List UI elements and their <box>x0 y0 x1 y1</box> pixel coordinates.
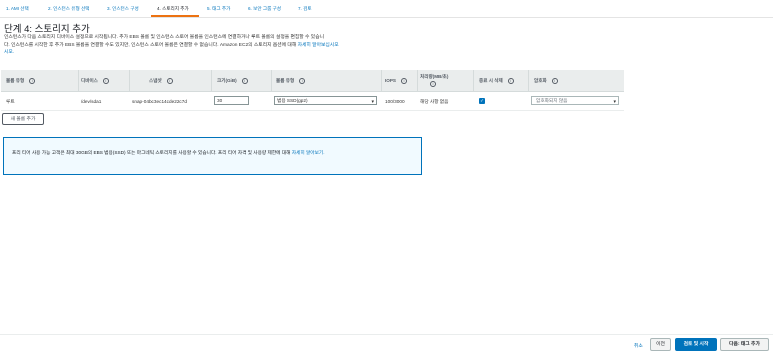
volume-type-select[interactable]: 범용 SSD(gp2) ▾ <box>274 96 377 105</box>
storage-options-link-tail[interactable]: 시오. <box>4 50 14 55</box>
col-device: 디바이스 i <box>81 78 109 84</box>
table-header: 볼륨 유형 i 디바이스 i 스냅샷 i 크기(GiB) i 볼륨 유형 i IOPS i … <box>1 70 624 92</box>
review-and-launch-button[interactable]: 검토 및 시작 <box>675 338 717 351</box>
cell-snapshot: snap-04bc3ec14cde22c7d <box>132 99 187 104</box>
cell-device: /dev/sda1 <box>81 99 102 104</box>
free-tier-info-text: 프리 티어 사용 가능 고객은 최대 30GB의 EBS 범용(SSD) 또는 … <box>12 150 325 155</box>
col-iops: IOPS i <box>385 78 407 84</box>
add-volume-button[interactable]: 새 볼륨 추가 <box>2 113 44 125</box>
delete-on-termination-checkbox[interactable]: ✓ <box>479 98 485 104</box>
info-icon[interactable]: i <box>102 78 109 84</box>
step-ami[interactable]: 1. AMI 선택 <box>6 6 29 12</box>
step-review[interactable]: 7. 검토 <box>298 6 312 12</box>
page-title: 단계 4: 스토리지 추가 <box>4 24 90 35</box>
size-input[interactable]: 30 <box>214 96 249 105</box>
info-icon[interactable]: i <box>166 78 173 84</box>
previous-button[interactable]: 이전 <box>650 338 671 351</box>
info-icon[interactable]: i <box>430 80 436 87</box>
info-icon[interactable]: i <box>241 78 248 84</box>
col-volume-type: 볼륨 유형 i <box>6 78 36 84</box>
wizard-footer: 취소 이전 검토 및 시작 다음: 태그 추가 <box>0 334 773 357</box>
info-icon[interactable]: i <box>299 78 306 84</box>
page-description: 인스턴스가 다음 스토리지 디바이스 설정으로 시작됩니다. 추가 EBS 볼륨… <box>4 34 434 57</box>
table-row: 루트 /dev/sda1 snap-04bc3ec14cde22c7d 30 범… <box>1 92 624 111</box>
encryption-value: 암호화되지 않음 <box>536 98 568 103</box>
step-configure-instance[interactable]: 3. 인스턴스 구성 <box>107 6 139 12</box>
info-icon[interactable]: i <box>29 78 36 84</box>
col-throughput: 처리량(MB/초) i <box>420 74 449 87</box>
col-vol-kind: 볼륨 유형 i <box>276 78 306 84</box>
next-add-tags-button[interactable]: 다음: 태그 추가 <box>720 338 769 351</box>
active-step-indicator <box>151 15 199 17</box>
step-add-tags[interactable]: 5. 태그 추가 <box>207 6 230 12</box>
description-line-2: 다. 인스턴스를 시작한 후 추가 EBS 볼륨을 연결할 수도 있지만, 인스… <box>4 42 298 48</box>
cell-iops: 100/3000 <box>385 99 405 104</box>
volume-type-value: 범용 SSD(gp2) <box>277 98 308 103</box>
chevron-down-icon: ▾ <box>371 99 374 105</box>
step-security-group[interactable]: 6. 보안 그룹 구성 <box>248 6 281 12</box>
cell-volume-type: 루트 <box>6 99 15 104</box>
cancel-button[interactable]: 취소 <box>634 342 643 349</box>
description-line-1: 인스턴스가 다음 스토리지 디바이스 설정으로 시작됩니다. 추가 EBS 볼륨… <box>4 35 325 40</box>
col-size: 크기(GiB) i <box>217 78 248 84</box>
free-tier-learn-more-link[interactable]: 자세히 알아보기. <box>292 150 325 155</box>
info-icon[interactable]: i <box>551 78 558 84</box>
col-snapshot: 스냅샷 i <box>149 78 173 84</box>
step-add-storage[interactable]: 4. 스토리지 추가 <box>157 6 189 12</box>
step-instance-type[interactable]: 2. 인스턴스 유형 선택 <box>48 6 89 12</box>
info-icon[interactable]: i <box>400 78 407 84</box>
cell-throughput: 해당 사항 없음 <box>420 99 449 104</box>
storage-table: 볼륨 유형 i 디바이스 i 스냅샷 i 크기(GiB) i 볼륨 유형 i IOPS i … <box>1 70 624 111</box>
col-encryption: 암호화 i <box>534 78 558 84</box>
wizard-steps: 1. AMI 선택 2. 인스턴스 유형 선택 3. 인스턴스 구성 4. 스토… <box>0 0 773 18</box>
info-icon[interactable]: i <box>507 78 514 84</box>
chevron-down-icon: ▾ <box>613 99 616 105</box>
storage-options-link[interactable]: 자세히 알아보십시오 <box>298 43 339 48</box>
encryption-select[interactable]: 암호화되지 않음 ▾ <box>531 96 619 105</box>
free-tier-info-box: 프리 티어 사용 가능 고객은 최대 30GB의 EBS 범용(SSD) 또는 … <box>3 137 422 175</box>
col-delete-on-termination: 종료 시 삭제 i <box>479 78 514 84</box>
